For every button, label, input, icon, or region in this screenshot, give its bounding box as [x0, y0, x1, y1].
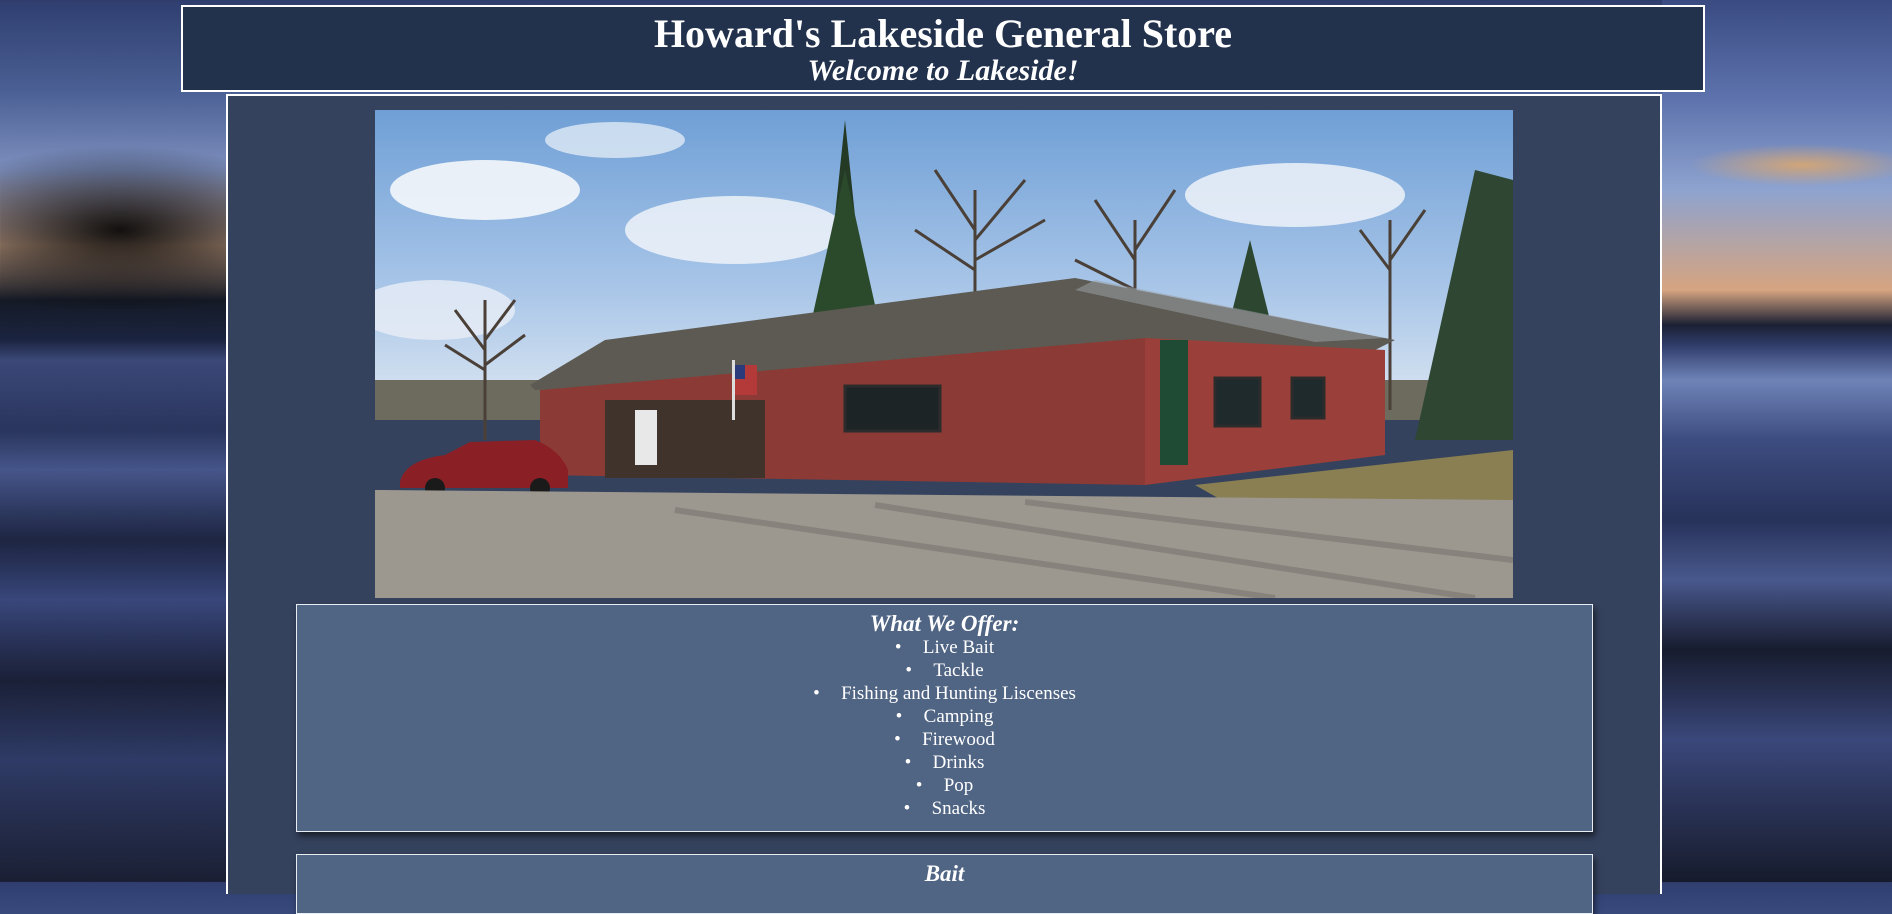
- list-item: Tackle: [297, 659, 1592, 682]
- offerings-list: Live Bait Tackle Fishing and Hunting Lis…: [297, 636, 1592, 820]
- store-photo: [375, 110, 1513, 598]
- list-item: Fishing and Hunting Liscenses: [297, 682, 1592, 705]
- main-content: What We Offer: Live Bait Tackle Fishing …: [226, 94, 1662, 914]
- bait-panel: Bait: [296, 854, 1593, 914]
- list-item: Firewood: [297, 728, 1592, 751]
- lake-background-right: [1662, 0, 1892, 882]
- offerings-heading: What We Offer:: [869, 611, 1020, 636]
- list-item: Pop: [297, 774, 1592, 797]
- site-title: Howard's Lakeside General Store: [653, 11, 1233, 56]
- list-item: Live Bait: [297, 636, 1592, 659]
- site-subtitle: Welcome to Lakeside!: [807, 54, 1079, 87]
- list-item: Snacks: [297, 797, 1592, 820]
- list-item: Drinks: [297, 751, 1592, 774]
- list-item: Camping: [297, 705, 1592, 728]
- bait-heading: Bait: [924, 861, 965, 886]
- site-header: Howard's Lakeside General Store Welcome …: [181, 5, 1705, 92]
- offerings-panel: What We Offer: Live Bait Tackle Fishing …: [296, 604, 1593, 832]
